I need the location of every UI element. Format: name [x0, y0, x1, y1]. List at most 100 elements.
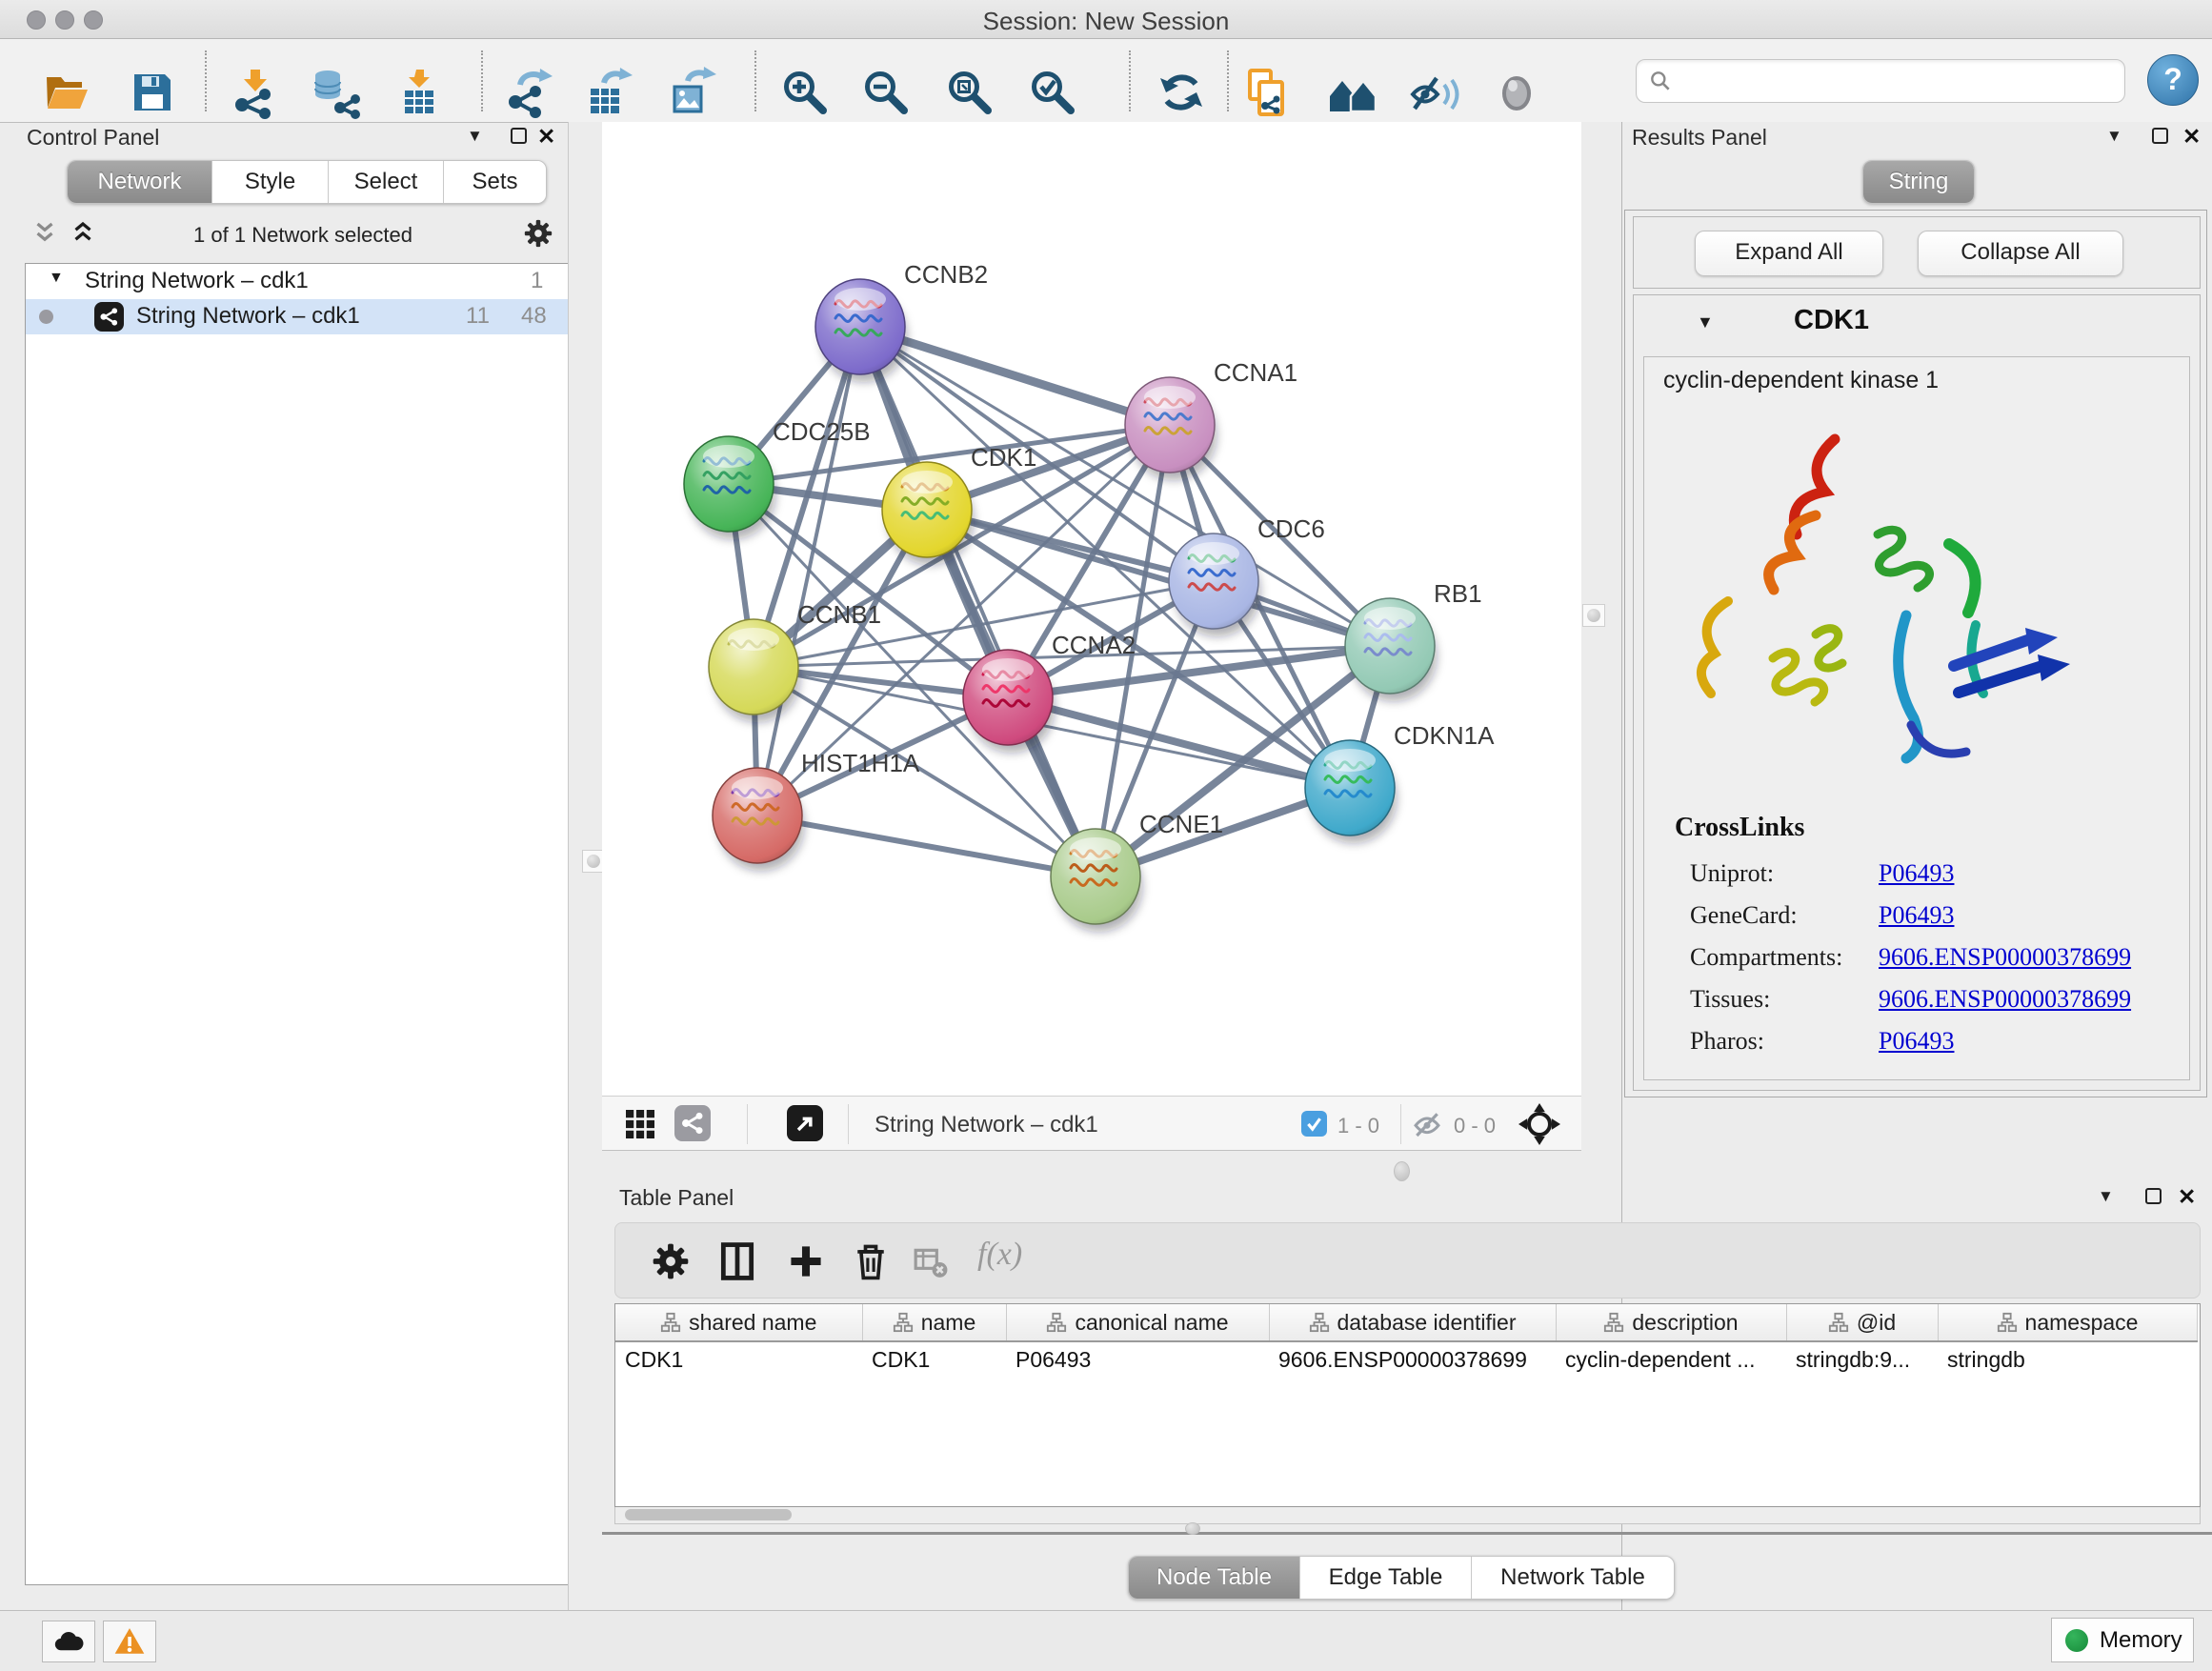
node-CCNE1[interactable]	[1051, 829, 1142, 932]
expand-all-button[interactable]: Expand All	[1695, 231, 1883, 276]
birds-eye-view-icon[interactable]	[1518, 1103, 1560, 1145]
import-table-button[interactable]	[392, 66, 446, 119]
export-network-icon	[503, 66, 556, 119]
tab-select[interactable]: Select	[329, 161, 444, 203]
column-header-description[interactable]: description	[1556, 1304, 1786, 1341]
node-CDKN1A[interactable]	[1305, 740, 1397, 843]
export-network-button[interactable]	[503, 66, 556, 119]
scrollbar-thumb[interactable]	[625, 1509, 792, 1520]
node-RB1[interactable]	[1345, 598, 1437, 701]
node-CDC25B[interactable]	[684, 436, 775, 539]
expand-all-icon[interactable]	[69, 219, 97, 248]
zoom-selected-button[interactable]	[1026, 66, 1079, 119]
node-CCNA2[interactable]	[963, 650, 1055, 753]
double-house-button[interactable]	[1326, 66, 1379, 119]
grid-view-icon[interactable]	[623, 1107, 657, 1141]
show-columns-icon[interactable]	[716, 1240, 758, 1282]
zoom-in-button[interactable]	[778, 66, 832, 119]
table-row[interactable]: CDK1CDK1P064939606.ENSP00000378699cyclin…	[615, 1341, 2197, 1377]
delete-column-icon[interactable]	[850, 1240, 892, 1282]
horizontal-scrollbar[interactable]	[614, 1507, 2201, 1524]
tab-network-table[interactable]: Network Table	[1472, 1557, 1674, 1599]
pages-network-button[interactable]	[1240, 66, 1294, 119]
node-CDC6[interactable]	[1169, 534, 1260, 636]
collapse-gene-triangle-icon[interactable]: ▼	[1697, 312, 1714, 332]
column-header-shared-name[interactable]: shared name	[615, 1304, 862, 1341]
column-label: namespace	[2025, 1310, 2139, 1336]
crosslink-link[interactable]: 9606.ENSP00000378699	[1879, 985, 2131, 1014]
warnings-button[interactable]	[103, 1621, 156, 1662]
close-results-button[interactable]: ✕	[2182, 127, 2201, 146]
crosslink-link[interactable]: P06493	[1879, 1027, 1954, 1056]
close-table-button[interactable]: ✕	[2178, 1187, 2196, 1206]
crosslink-link[interactable]: 9606.ENSP00000378699	[1879, 943, 2131, 972]
update-network-button[interactable]	[1155, 66, 1208, 119]
network-graph[interactable]: CCNB2CCNA1CDC25BCDK1CDC6RB1CCNB1CCNA2CDK…	[602, 122, 1581, 1096]
gene-name: CDK1	[1794, 305, 1869, 336]
save-session-button[interactable]	[126, 66, 179, 119]
crosslink-link[interactable]: P06493	[1879, 901, 1954, 930]
open-in-window-icon[interactable]	[787, 1105, 823, 1141]
float-results-button[interactable]: ▼	[2106, 127, 2122, 146]
crosslink-link[interactable]: P06493	[1879, 859, 1954, 888]
import-network-from-database-button[interactable]	[309, 66, 362, 119]
tab-sets[interactable]: Sets	[444, 161, 546, 203]
add-column-icon[interactable]	[785, 1240, 827, 1282]
search-box	[1636, 59, 2125, 103]
node-CCNB1[interactable]	[709, 619, 800, 722]
column-header-database-identifier[interactable]: database identifier	[1269, 1304, 1556, 1341]
export-image-button[interactable]	[667, 66, 720, 119]
float-table-button[interactable]: ▼	[2098, 1187, 2114, 1206]
close-panel-button[interactable]: ✕	[537, 127, 555, 146]
tab-edge-table[interactable]: Edge Table	[1300, 1557, 1472, 1599]
show-labels-button[interactable]	[1490, 66, 1543, 119]
collapse-triangle-icon[interactable]: ▼	[49, 270, 64, 287]
column-header-name[interactable]: name	[862, 1304, 1006, 1341]
open-session-button[interactable]	[40, 66, 93, 119]
zoom-out-button[interactable]	[859, 66, 913, 119]
node-CDK1[interactable]	[882, 462, 974, 565]
tab-style[interactable]: Style	[212, 161, 329, 203]
node-label-CCNE1: CCNE1	[1139, 810, 1223, 838]
import-network-button[interactable]	[229, 66, 282, 119]
node-table-container[interactable]: shared namename canonical name database id…	[614, 1303, 2201, 1507]
node-HIST1H1A[interactable]	[713, 768, 804, 871]
maximize-table-button[interactable]	[2145, 1188, 2162, 1204]
column-label: canonical name	[1075, 1310, 1228, 1336]
collapse-all-icon[interactable]	[30, 219, 59, 248]
network-view[interactable]: CCNB2CCNA1CDC25BCDK1CDC6RB1CCNB1CCNA2CDK…	[602, 122, 1581, 1096]
right-splitter-handle[interactable]	[1582, 604, 1605, 627]
left-splitter[interactable]	[568, 122, 603, 1610]
help-button[interactable]: ?	[2147, 54, 2199, 106]
network-list: ▼ String Network – cdk1 1 String Network…	[25, 263, 570, 1585]
maximize-panel-button[interactable]	[511, 128, 527, 144]
share-view-icon[interactable]	[674, 1105, 711, 1141]
network-row-selected[interactable]: String Network – cdk1 11 48	[26, 299, 569, 334]
tab-network[interactable]: Network	[68, 161, 212, 203]
search-input[interactable]	[1682, 64, 2115, 98]
table-gear-icon[interactable]	[650, 1240, 692, 1282]
zoom-fit-button[interactable]	[943, 66, 996, 119]
table-splitter-handle[interactable]	[1185, 1522, 1200, 1535]
tab-string[interactable]: String	[1863, 161, 1974, 203]
float-panel-button[interactable]: ▼	[467, 127, 483, 146]
selected-checkbox-icon[interactable]	[1301, 1111, 1327, 1137]
column-header-canonical-name[interactable]: canonical name	[1006, 1304, 1269, 1341]
hide-labels-button[interactable]	[1407, 66, 1460, 119]
tab-node-table[interactable]: Node Table	[1129, 1557, 1300, 1599]
network-collection-row[interactable]: ▼ String Network – cdk1 1	[26, 264, 569, 299]
cloud-button[interactable]	[42, 1621, 95, 1662]
memory-button[interactable]: Memory	[2051, 1618, 2194, 1662]
maximize-results-button[interactable]	[2152, 128, 2168, 144]
column-label: description	[1632, 1310, 1738, 1336]
node-CCNA1[interactable]	[1125, 377, 1217, 480]
crosslink-label: Compartments:	[1690, 943, 1879, 972]
horizontal-splitter-handle[interactable]	[1394, 1161, 1410, 1181]
column-tree-icon	[1046, 1312, 1067, 1333]
gear-icon[interactable]	[522, 217, 554, 250]
export-table-button[interactable]	[583, 66, 636, 119]
column-header-namespace[interactable]: namespace	[1938, 1304, 2197, 1341]
collapse-all-button[interactable]: Collapse All	[1918, 231, 2123, 276]
column-header-@id[interactable]: @id	[1786, 1304, 1938, 1341]
main-toolbar: ?	[0, 39, 2212, 123]
